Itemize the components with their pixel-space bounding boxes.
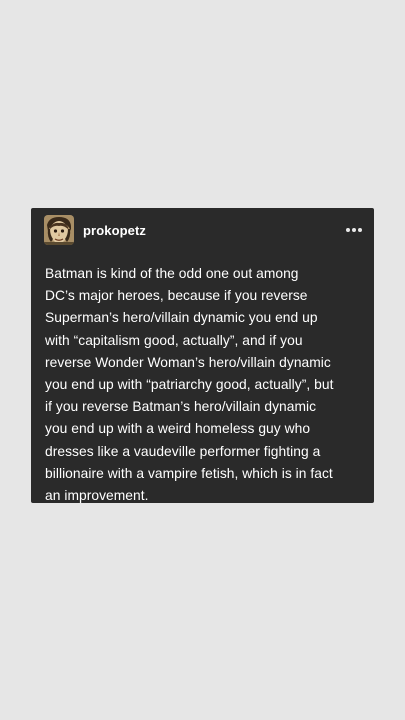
post-header: prokopetz xyxy=(44,215,362,245)
post-body-line: Batman is kind of the odd one out among xyxy=(45,266,299,281)
post-body: Batman is kind of the odd one out among … xyxy=(45,263,363,507)
post-body-line: you end up with “patriarchy good, actual… xyxy=(45,377,334,393)
more-options-icon xyxy=(358,228,362,232)
post-body-line: an improvement. xyxy=(45,488,149,504)
post-body-line: dresses like a vaudeville performer figh… xyxy=(45,443,321,459)
more-options-button[interactable] xyxy=(346,222,362,238)
post-body-line: DC’s major heroes, because if you revers… xyxy=(45,288,308,304)
more-options-icon xyxy=(352,228,356,232)
username[interactable]: prokopetz xyxy=(83,223,146,238)
post-body-line: with “capitalism good, actually”, and if… xyxy=(45,332,303,348)
post-body-line: you end up with a weird homeless guy who xyxy=(45,421,311,437)
post-body-line: reverse Wonder Woman’s hero/villain dyna… xyxy=(45,354,331,370)
avatar-portrait-icon[interactable] xyxy=(44,215,74,245)
more-options-icon xyxy=(346,228,350,232)
post-body-line: billionaire with a vampire fetish, which… xyxy=(45,465,333,481)
post-body-line: Superman’s hero/villain dynamic you end … xyxy=(45,310,318,326)
post-body-line: if you reverse Batman’s hero/villain dyn… xyxy=(45,399,317,415)
post-card: prokopetz Batman is kind of the odd one … xyxy=(31,208,374,503)
